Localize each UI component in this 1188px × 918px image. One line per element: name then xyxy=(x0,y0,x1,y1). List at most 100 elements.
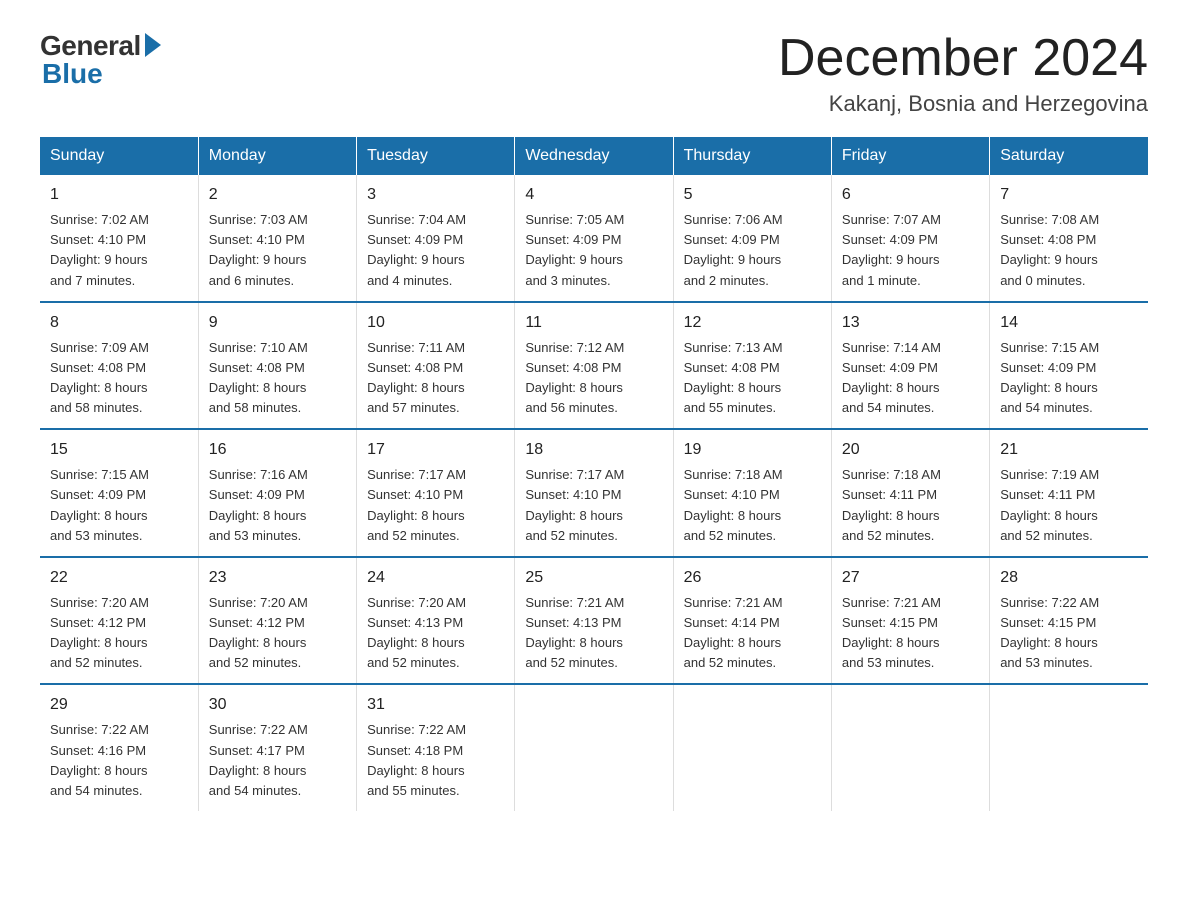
day-info: Sunrise: 7:21 AMSunset: 4:14 PMDaylight:… xyxy=(684,593,821,674)
day-number: 13 xyxy=(842,311,979,335)
day-info: Sunrise: 7:04 AMSunset: 4:09 PMDaylight:… xyxy=(367,210,504,291)
day-number: 8 xyxy=(50,311,188,335)
calendar-cell: 26 Sunrise: 7:21 AMSunset: 4:14 PMDayligh… xyxy=(673,557,831,685)
day-info: Sunrise: 7:12 AMSunset: 4:08 PMDaylight:… xyxy=(525,338,662,419)
day-number: 9 xyxy=(209,311,346,335)
day-info: Sunrise: 7:14 AMSunset: 4:09 PMDaylight:… xyxy=(842,338,979,419)
day-number: 1 xyxy=(50,183,188,207)
calendar-week-row: 8 Sunrise: 7:09 AMSunset: 4:08 PMDaylight… xyxy=(40,302,1148,430)
calendar-cell: 29Sunrise: 7:22 AMSunset: 4:16 PMDayligh… xyxy=(40,684,198,811)
day-info: Sunrise: 7:02 AMSunset: 4:10 PMDaylight:… xyxy=(50,210,188,291)
day-info: Sunrise: 7:08 AMSunset: 4:08 PMDaylight:… xyxy=(1000,210,1138,291)
day-number: 15 xyxy=(50,438,188,462)
calendar-cell: 8 Sunrise: 7:09 AMSunset: 4:08 PMDaylight… xyxy=(40,302,198,430)
day-number: 11 xyxy=(525,311,662,335)
day-info: Sunrise: 7:21 AMSunset: 4:13 PMDaylight:… xyxy=(525,593,662,674)
day-number: 23 xyxy=(209,566,346,590)
calendar-cell: 12Sunrise: 7:13 AMSunset: 4:08 PMDayligh… xyxy=(673,302,831,430)
day-info: Sunrise: 7:11 AMSunset: 4:08 PMDaylight:… xyxy=(367,338,504,419)
day-number: 29 xyxy=(50,693,188,717)
title-area: December 2024 Kakanj, Bosnia and Herzego… xyxy=(778,30,1148,117)
calendar-header-row: SundayMondayTuesdayWednesdayThursdayFrid… xyxy=(40,137,1148,175)
calendar-cell: 7 Sunrise: 7:08 AMSunset: 4:08 PMDaylight… xyxy=(990,175,1148,302)
calendar-week-row: 15Sunrise: 7:15 AMSunset: 4:09 PMDayligh… xyxy=(40,429,1148,557)
calendar-cell: 4 Sunrise: 7:05 AMSunset: 4:09 PMDaylight… xyxy=(515,175,673,302)
day-number: 7 xyxy=(1000,183,1138,207)
logo-blue-text: Blue xyxy=(42,58,103,90)
calendar-cell xyxy=(831,684,989,811)
day-number: 27 xyxy=(842,566,979,590)
day-number: 18 xyxy=(525,438,662,462)
day-info: Sunrise: 7:18 AMSunset: 4:11 PMDaylight:… xyxy=(842,465,979,546)
calendar-cell: 9 Sunrise: 7:10 AMSunset: 4:08 PMDaylight… xyxy=(198,302,356,430)
header-thursday: Thursday xyxy=(673,137,831,175)
header-saturday: Saturday xyxy=(990,137,1148,175)
calendar-cell: 3 Sunrise: 7:04 AMSunset: 4:09 PMDaylight… xyxy=(357,175,515,302)
calendar-cell: 1 Sunrise: 7:02 AMSunset: 4:10 PMDaylight… xyxy=(40,175,198,302)
calendar-week-row: 1 Sunrise: 7:02 AMSunset: 4:10 PMDaylight… xyxy=(40,175,1148,302)
day-info: Sunrise: 7:22 AMSunset: 4:17 PMDaylight:… xyxy=(209,720,346,801)
day-number: 2 xyxy=(209,183,346,207)
month-title: December 2024 xyxy=(778,30,1148,87)
day-info: Sunrise: 7:05 AMSunset: 4:09 PMDaylight:… xyxy=(525,210,662,291)
day-number: 6 xyxy=(842,183,979,207)
header-wednesday: Wednesday xyxy=(515,137,673,175)
day-number: 5 xyxy=(684,183,821,207)
page-header: General Blue December 2024 Kakanj, Bosni… xyxy=(40,30,1148,117)
day-number: 17 xyxy=(367,438,504,462)
day-info: Sunrise: 7:09 AMSunset: 4:08 PMDaylight:… xyxy=(50,338,188,419)
day-number: 24 xyxy=(367,566,504,590)
calendar-cell: 19 Sunrise: 7:18 AMSunset: 4:10 PMDayligh… xyxy=(673,429,831,557)
calendar-cell: 23 Sunrise: 7:20 AMSunset: 4:12 PMDayligh… xyxy=(198,557,356,685)
calendar-cell: 22Sunrise: 7:20 AMSunset: 4:12 PMDayligh… xyxy=(40,557,198,685)
day-number: 28 xyxy=(1000,566,1138,590)
calendar-cell: 28Sunrise: 7:22 AMSunset: 4:15 PMDayligh… xyxy=(990,557,1148,685)
calendar-cell xyxy=(673,684,831,811)
calendar-cell: 10 Sunrise: 7:11 AMSunset: 4:08 PMDayligh… xyxy=(357,302,515,430)
day-number: 19 xyxy=(684,438,821,462)
calendar-cell: 25 Sunrise: 7:21 AMSunset: 4:13 PMDayligh… xyxy=(515,557,673,685)
day-info: Sunrise: 7:20 AMSunset: 4:13 PMDaylight:… xyxy=(367,593,504,674)
calendar-cell: 11 Sunrise: 7:12 AMSunset: 4:08 PMDayligh… xyxy=(515,302,673,430)
calendar-week-row: 22 Sunrise: 7:20 AMSunset: 4:12 PMDayligh… xyxy=(40,557,1148,685)
day-number: 4 xyxy=(525,183,662,207)
day-info: Sunrise: 7:03 AMSunset: 4:10 PMDaylight:… xyxy=(209,210,346,291)
calendar-cell: 6Sunrise: 7:07 AMSunset: 4:09 PMDaylight… xyxy=(831,175,989,302)
calendar-cell: 16Sunrise: 7:16 AMSunset: 4:09 PMDayligh… xyxy=(198,429,356,557)
day-number: 25 xyxy=(525,566,662,590)
day-number: 16 xyxy=(209,438,346,462)
day-info: Sunrise: 7:15 AMSunset: 4:09 PMDaylight:… xyxy=(1000,338,1138,419)
calendar-cell xyxy=(990,684,1148,811)
header-tuesday: Tuesday xyxy=(357,137,515,175)
calendar-week-row: 29Sunrise: 7:22 AMSunset: 4:16 PMDayligh… xyxy=(40,684,1148,811)
calendar-cell: 2 Sunrise: 7:03 AMSunset: 4:10 PMDaylight… xyxy=(198,175,356,302)
location-subtitle: Kakanj, Bosnia and Herzegovina xyxy=(778,91,1148,117)
day-info: Sunrise: 7:17 AMSunset: 4:10 PMDaylight:… xyxy=(367,465,504,546)
day-info: Sunrise: 7:21 AMSunset: 4:15 PMDaylight:… xyxy=(842,593,979,674)
day-number: 10 xyxy=(367,311,504,335)
calendar-cell: 31Sunrise: 7:22 AMSunset: 4:18 PMDayligh… xyxy=(357,684,515,811)
day-number: 3 xyxy=(367,183,504,207)
day-info: Sunrise: 7:19 AMSunset: 4:11 PMDaylight:… xyxy=(1000,465,1138,546)
day-number: 22 xyxy=(50,566,188,590)
calendar-cell: 21 Sunrise: 7:19 AMSunset: 4:11 PMDayligh… xyxy=(990,429,1148,557)
day-number: 21 xyxy=(1000,438,1138,462)
day-number: 20 xyxy=(842,438,979,462)
day-info: Sunrise: 7:18 AMSunset: 4:10 PMDaylight:… xyxy=(684,465,821,546)
day-number: 26 xyxy=(684,566,821,590)
calendar-cell: 13 Sunrise: 7:14 AMSunset: 4:09 PMDayligh… xyxy=(831,302,989,430)
day-info: Sunrise: 7:10 AMSunset: 4:08 PMDaylight:… xyxy=(209,338,346,419)
day-number: 12 xyxy=(684,311,821,335)
day-number: 30 xyxy=(209,693,346,717)
calendar-cell: 24 Sunrise: 7:20 AMSunset: 4:13 PMDayligh… xyxy=(357,557,515,685)
day-info: Sunrise: 7:17 AMSunset: 4:10 PMDaylight:… xyxy=(525,465,662,546)
calendar-cell xyxy=(515,684,673,811)
calendar-cell: 15Sunrise: 7:15 AMSunset: 4:09 PMDayligh… xyxy=(40,429,198,557)
day-info: Sunrise: 7:20 AMSunset: 4:12 PMDaylight:… xyxy=(209,593,346,674)
header-sunday: Sunday xyxy=(40,137,198,175)
calendar-table: SundayMondayTuesdayWednesdayThursdayFrid… xyxy=(40,137,1148,811)
day-number: 14 xyxy=(1000,311,1138,335)
day-number: 31 xyxy=(367,693,504,717)
calendar-cell: 14 Sunrise: 7:15 AMSunset: 4:09 PMDayligh… xyxy=(990,302,1148,430)
header-monday: Monday xyxy=(198,137,356,175)
